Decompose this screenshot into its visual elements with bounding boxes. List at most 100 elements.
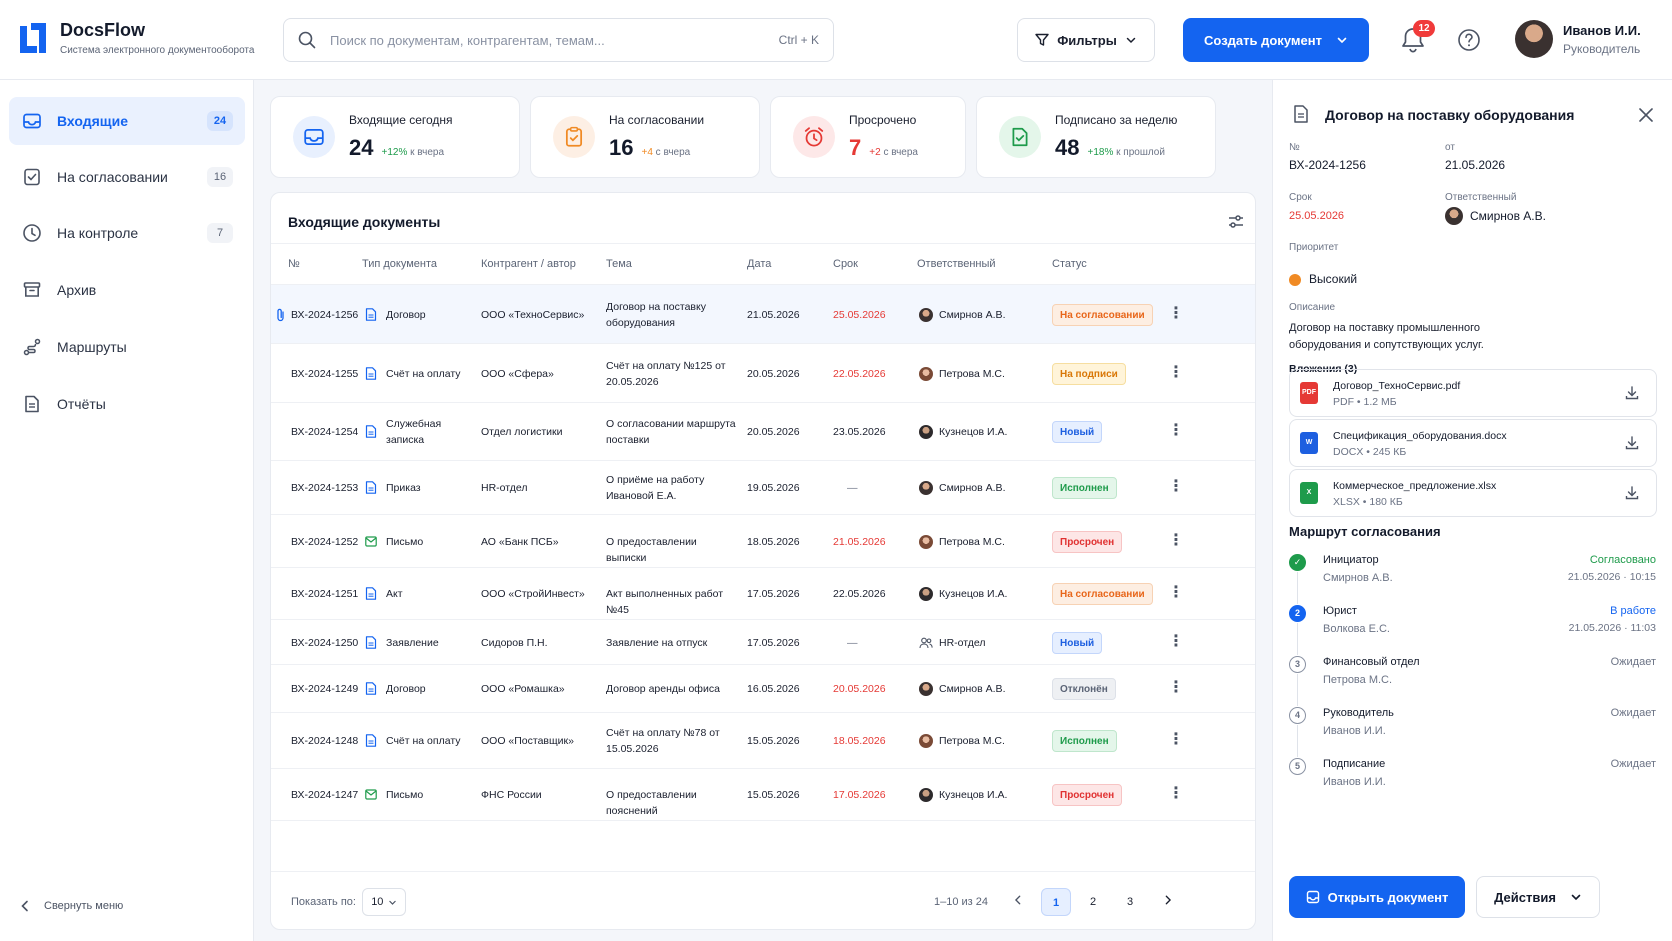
panel-title: Договор на поставку оборудования xyxy=(1325,107,1575,123)
attachment-item[interactable]: W Спецификация_оборудования.docx DOCX • 24… xyxy=(1289,419,1657,467)
pagination-page-3[interactable]: 3 xyxy=(1115,888,1145,916)
user-menu[interactable]: Иванов И.И. Руководитель xyxy=(1515,20,1641,58)
pagination-next-button[interactable] xyxy=(1153,888,1183,916)
document-number[interactable]: ВХ-2024-1255 xyxy=(291,366,358,382)
document-subject[interactable]: Заявление на отпуск xyxy=(606,635,738,651)
more-options-icon[interactable]: ⋮ xyxy=(1168,533,1184,550)
more-options-icon[interactable]: ⋮ xyxy=(1168,479,1184,496)
column-header[interactable]: Тип документа xyxy=(362,258,437,270)
chevron-down-icon xyxy=(1126,37,1136,44)
column-header[interactable]: Тема xyxy=(606,258,632,270)
more-options-icon[interactable]: ⋮ xyxy=(1168,365,1184,382)
pagination-page-2[interactable]: 2 xyxy=(1078,888,1108,916)
document-number[interactable]: ВХ-2024-1254 xyxy=(291,424,358,440)
document-description: Договор на поставку промышленного оборуд… xyxy=(1289,322,1484,351)
document-due: 20.05.2026 xyxy=(833,683,886,695)
document-number[interactable]: ВХ-2024-1247 xyxy=(291,787,358,803)
document-number[interactable]: ВХ-2024-1253 xyxy=(291,480,358,496)
more-options-icon[interactable]: ⋮ xyxy=(1168,680,1184,697)
stat-card-approval[interactable]: На согласовании 16 +4 с вчера xyxy=(530,96,760,178)
table-row[interactable]: ВХ-2024-1250 Заявление Сидоров П.Н. Заявлен… xyxy=(271,620,1255,665)
sidebar-item-label: Маршруты xyxy=(57,339,127,355)
close-icon[interactable] xyxy=(1637,106,1655,124)
stat-card-signed[interactable]: Подписано за неделю 48 +18% к прошлой xyxy=(976,96,1216,178)
download-icon[interactable] xyxy=(1624,385,1640,401)
create-document-button[interactable]: Создать документ xyxy=(1183,18,1369,62)
logo[interactable]: DocsFlow Система электронного документоо… xyxy=(18,20,254,56)
sidebar-item-approval[interactable]: На согласовании 16 xyxy=(9,153,245,201)
sidebar-item-archive[interactable]: Архив xyxy=(9,266,245,314)
stat-card-overdue[interactable]: Просрочено 7 +2 с вчера xyxy=(770,96,966,178)
more-options-icon[interactable]: ⋮ xyxy=(1168,634,1184,651)
sidebar-item-reports[interactable]: Отчёты xyxy=(9,380,245,428)
table-row[interactable]: ВХ-2024-1255 Счёт на оплату ООО «Сфера» Счё… xyxy=(271,344,1255,403)
table-row[interactable]: ВХ-2024-1249 Договор ООО «Ромашка» Договор … xyxy=(271,665,1255,713)
sidebar-item-inbox[interactable]: Входящие 24 xyxy=(9,97,245,145)
document-subject[interactable]: О согласовании маршрута поставки xyxy=(606,416,738,448)
sidebar-item-control[interactable]: На контроле 7 xyxy=(9,209,245,257)
pagination-prev-button[interactable] xyxy=(1003,888,1033,916)
step-person: Иванов И.И. xyxy=(1323,725,1386,737)
column-header[interactable]: Дата xyxy=(747,258,771,270)
document-number[interactable]: ВХ-2024-1252 xyxy=(291,534,358,550)
more-options-icon[interactable]: ⋮ xyxy=(1168,786,1184,803)
more-options-icon[interactable]: ⋮ xyxy=(1168,732,1184,749)
filters-button[interactable]: Фильтры xyxy=(1017,18,1155,62)
document-subject[interactable]: О приёме на работу Ивановой Е.А. xyxy=(606,472,738,504)
per-page-select[interactable]: 10 xyxy=(362,888,406,916)
table-row[interactable]: ВХ-2024-1253 Приказ HR-отдел О приёме на ра… xyxy=(271,461,1255,515)
priority-dot xyxy=(1289,274,1301,286)
document-subject[interactable]: Счёт на оплату №78 от 15.05.2026 xyxy=(606,725,738,757)
table-row[interactable]: ВХ-2024-1251 Акт ООО «СтройИнвест» Акт выпо… xyxy=(271,568,1255,620)
table-row[interactable]: ВХ-2024-1254 Служебная записка Отдел логис… xyxy=(271,403,1255,461)
pagination-page-1[interactable]: 1 xyxy=(1041,888,1071,916)
document-subject[interactable]: Договор аренды офиса xyxy=(606,681,738,697)
download-icon[interactable] xyxy=(1624,435,1640,451)
column-settings-icon[interactable] xyxy=(1227,213,1245,231)
sidebar-item-count: 16 xyxy=(207,167,233,187)
more-options-icon[interactable]: ⋮ xyxy=(1168,423,1184,440)
search-box[interactable]: Ctrl + K xyxy=(283,18,834,62)
stat-card-incoming[interactable]: Входящие сегодня 24 +12% к вчера xyxy=(270,96,520,178)
status-badge: Просрочен xyxy=(1052,531,1123,553)
column-header[interactable]: Статус xyxy=(1052,258,1087,270)
document-number[interactable]: ВХ-2024-1250 xyxy=(291,635,358,651)
step-name: Инициатор xyxy=(1323,554,1379,566)
document-date: 20.05.2026 xyxy=(747,368,800,380)
document-number[interactable]: ВХ-2024-1256 xyxy=(291,307,358,323)
document-number[interactable]: ВХ-2024-1249 xyxy=(291,681,358,697)
document-subject[interactable]: Акт выполненных работ №45 xyxy=(606,586,738,618)
column-header[interactable]: Контрагент / автор xyxy=(481,258,576,270)
open-document-button[interactable]: Открыть документ xyxy=(1289,876,1465,918)
actions-button[interactable]: Действия xyxy=(1476,876,1600,918)
document-subject[interactable]: Договор на поставку оборудования xyxy=(606,299,738,331)
document-type: Заявление xyxy=(386,637,439,649)
step-number: 2 xyxy=(1289,605,1306,622)
stat-label: На согласовании xyxy=(609,113,705,127)
search-input[interactable] xyxy=(330,32,779,48)
help-icon[interactable] xyxy=(1457,28,1481,52)
table-row[interactable]: ВХ-2024-1248 Счёт на оплату ООО «Поставщик… xyxy=(271,713,1255,769)
document-subject[interactable]: О предоставлении выписки xyxy=(606,534,738,566)
collapse-menu-button[interactable]: Свернуть меню xyxy=(20,900,123,912)
counterparty: ФНС России xyxy=(481,789,542,801)
document-number[interactable]: ВХ-2024-1248 xyxy=(291,733,358,749)
document-subject[interactable]: О предоставлении пояснений xyxy=(606,787,738,819)
download-icon[interactable] xyxy=(1624,485,1640,501)
attachment-item[interactable]: X Коммерческое_предложение.xlsx XLSX • 180… xyxy=(1289,469,1657,517)
table-row[interactable]: ВХ-2024-1247 Письмо ФНС России О предоставл… xyxy=(271,769,1255,821)
step-number: 5 xyxy=(1289,758,1306,775)
more-options-icon[interactable]: ⋮ xyxy=(1168,585,1184,602)
document-number[interactable]: ВХ-2024-1251 xyxy=(291,586,358,602)
column-header[interactable]: № xyxy=(288,258,300,270)
table-row[interactable]: ВХ-2024-1252 Письмо АО «Банк ПСБ» О предост… xyxy=(271,515,1255,568)
document-subject[interactable]: Счёт на оплату №125 от 20.05.2026 xyxy=(606,358,738,390)
sidebar-item-routes[interactable]: Маршруты xyxy=(9,323,245,371)
more-options-icon[interactable]: ⋮ xyxy=(1168,306,1184,323)
table-row[interactable]: ВХ-2024-1256 Договор ООО «ТехноСервис» Дого… xyxy=(271,285,1255,344)
mail-icon xyxy=(365,789,377,800)
attachment-item[interactable]: PDF Договор_ТехноСервис.pdf PDF • 1.2 МБ xyxy=(1289,369,1657,417)
column-header[interactable]: Срок xyxy=(833,258,858,270)
document-owner: Кузнецов И.А. xyxy=(939,426,1008,438)
column-header[interactable]: Ответственный xyxy=(917,258,996,270)
